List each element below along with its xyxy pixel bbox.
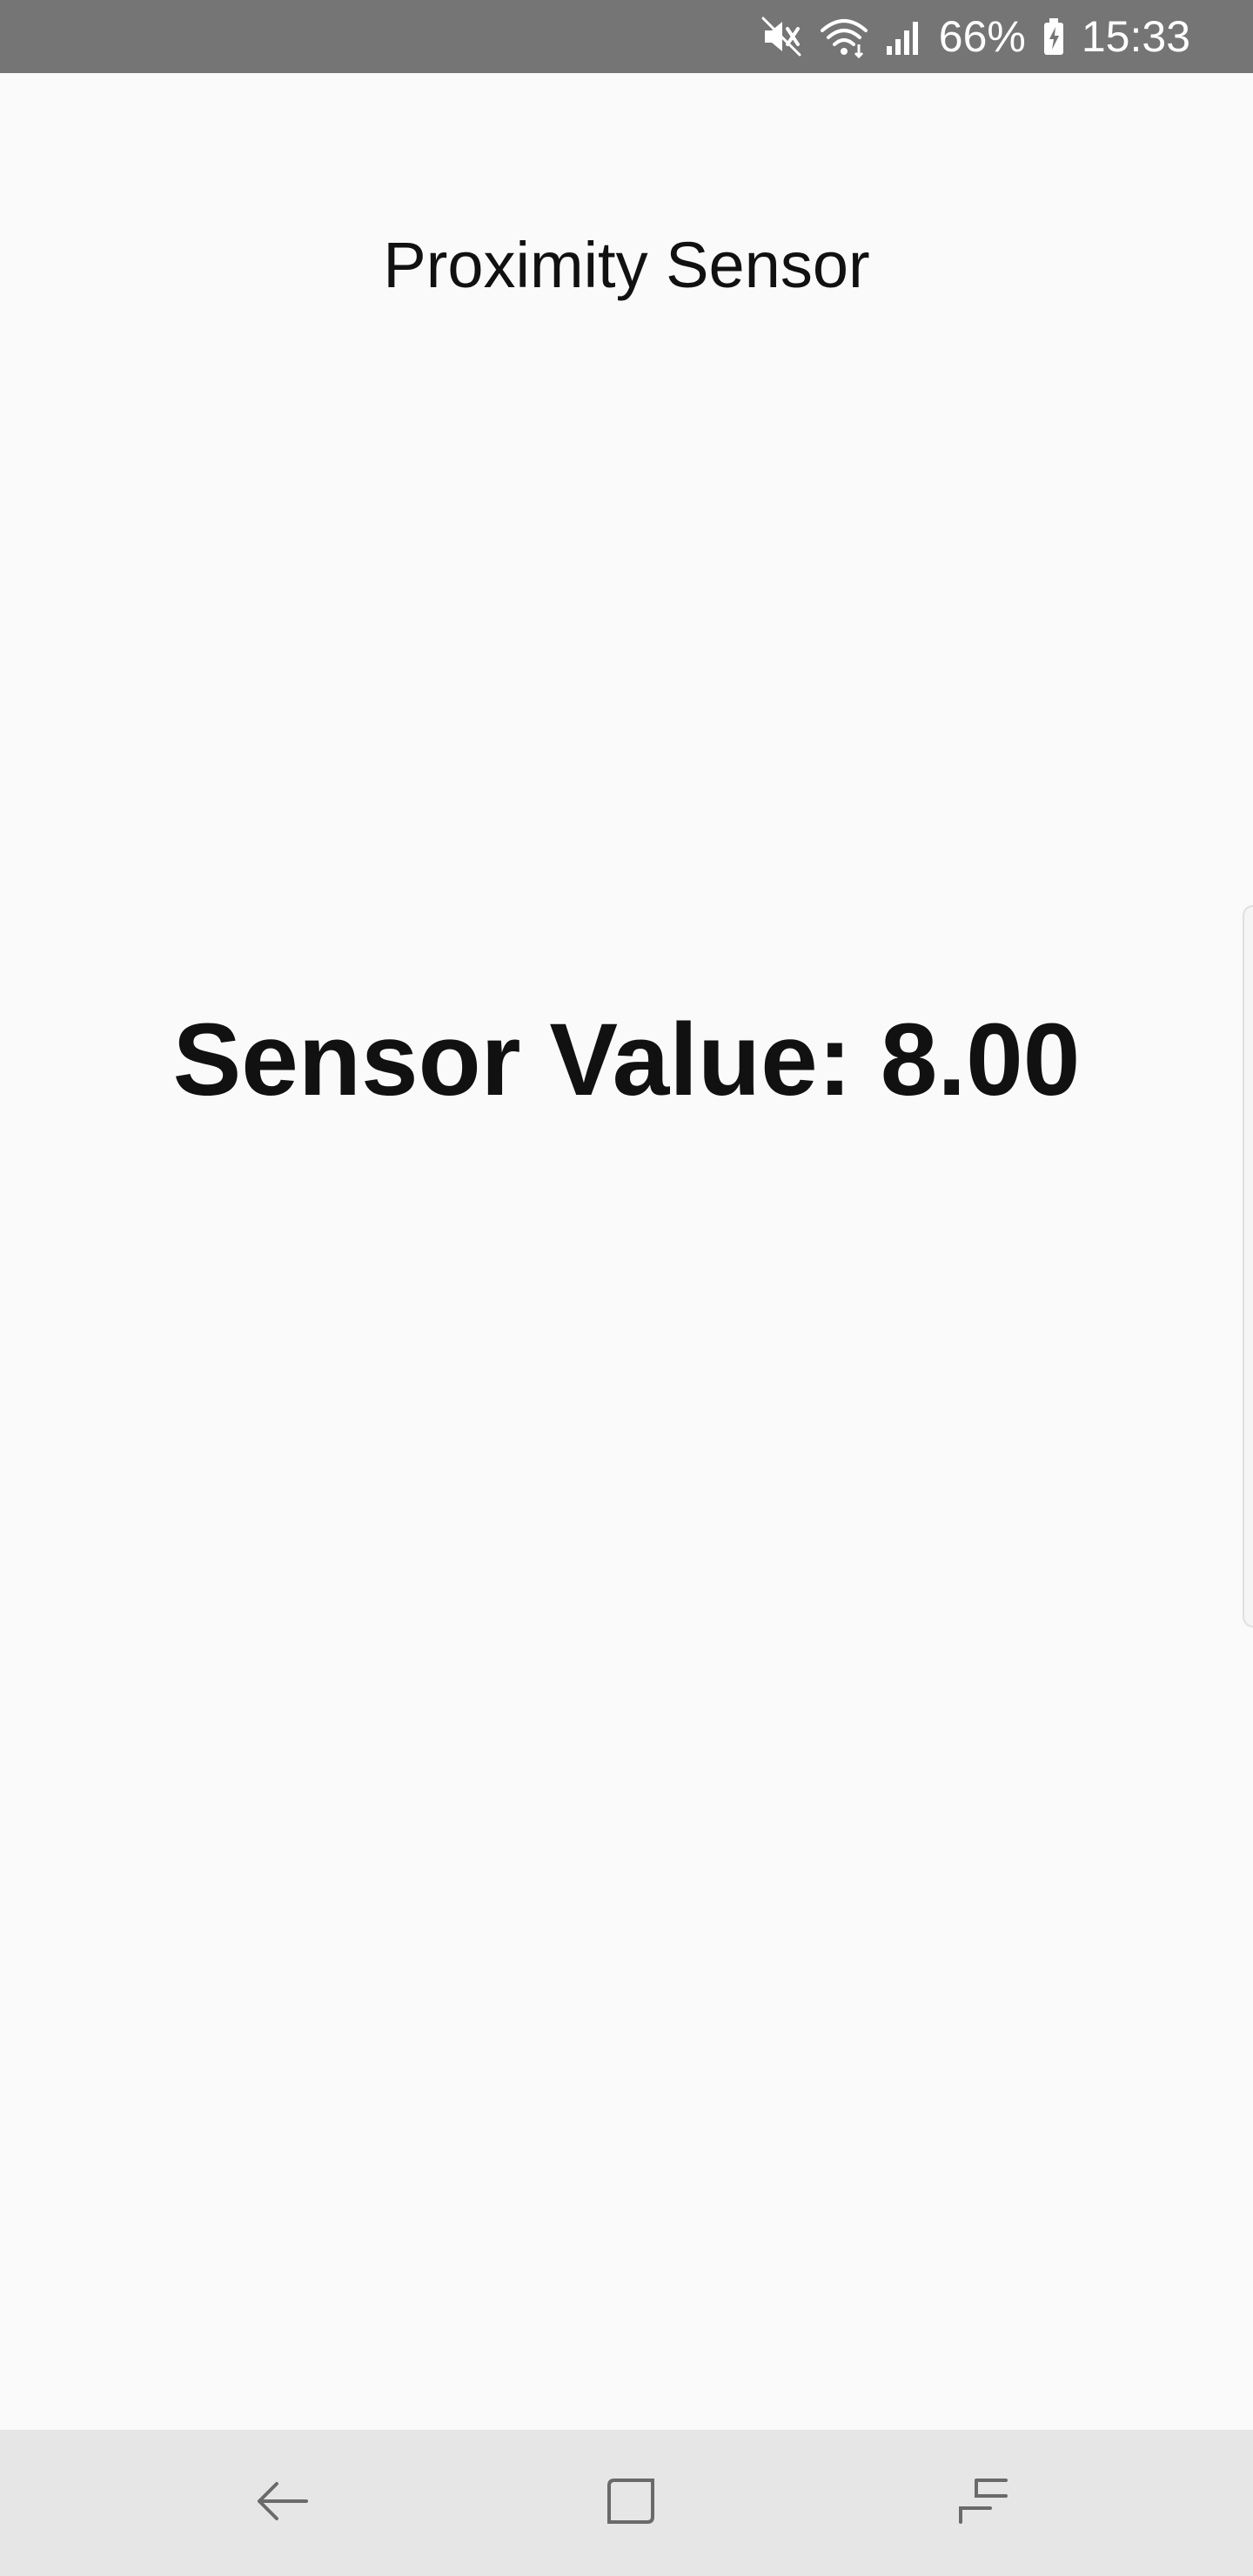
navigation-bar <box>0 2430 1253 2576</box>
back-button[interactable] <box>247 2468 317 2538</box>
battery-percent: 66% <box>938 12 1026 61</box>
home-icon <box>604 2473 660 2533</box>
edge-panel-handle[interactable] <box>1243 905 1253 1627</box>
sensor-value-readout: Sensor Value: 8.00 <box>172 1003 1081 1117</box>
home-button[interactable] <box>597 2468 667 2538</box>
page-title: Proximity Sensor <box>383 229 870 301</box>
recents-button[interactable] <box>948 2468 1018 2538</box>
status-bar: 66% 15:33 <box>0 0 1253 73</box>
signal-icon <box>885 15 923 58</box>
clock: 15:33 <box>1081 12 1190 61</box>
mute-icon <box>760 15 803 58</box>
wifi-icon <box>819 15 869 58</box>
battery-charging-icon <box>1042 15 1066 58</box>
status-icons: 66% 15:33 <box>760 0 1190 73</box>
back-icon <box>254 2473 310 2533</box>
recents-icon <box>955 2473 1011 2533</box>
